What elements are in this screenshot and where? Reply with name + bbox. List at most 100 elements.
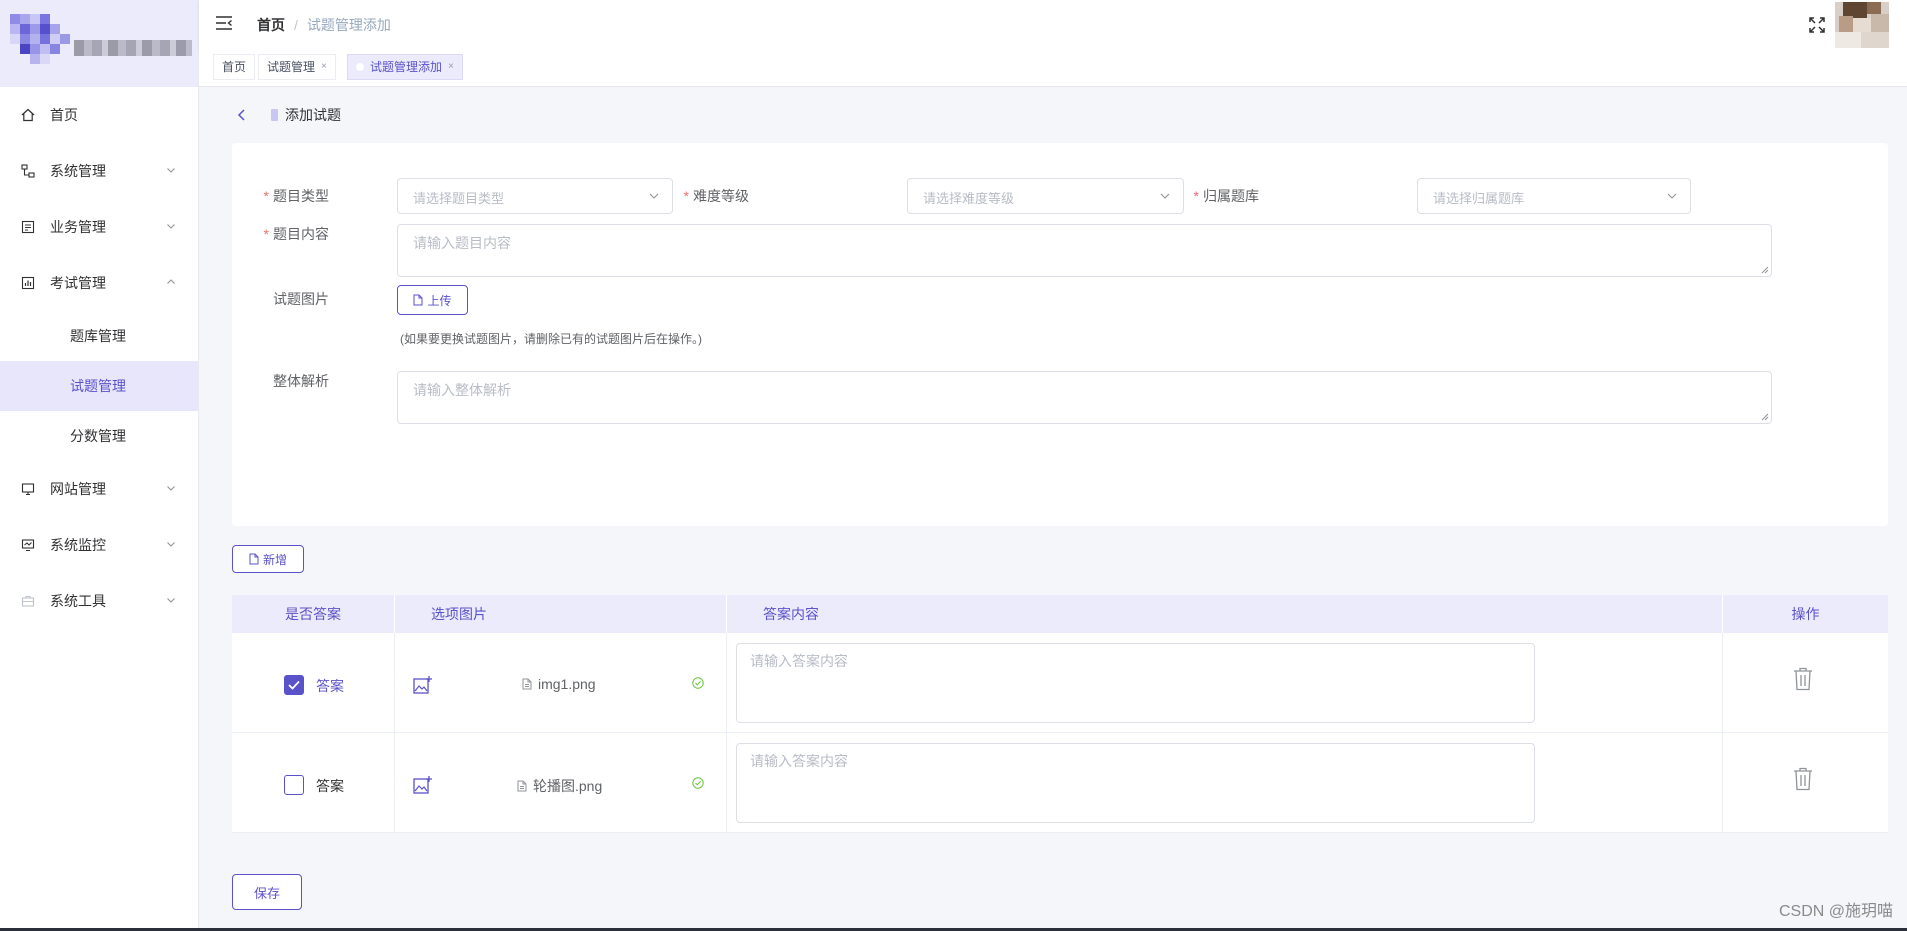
resize-handle-icon[interactable] bbox=[1761, 413, 1769, 421]
website-icon bbox=[20, 481, 36, 497]
content-textarea[interactable]: 请输入题目内容 bbox=[397, 224, 1772, 277]
sidebar-item-exam[interactable]: 考试管理 bbox=[0, 255, 198, 311]
tags-view: 首页 试题管理 × 试题管理添加 × bbox=[199, 49, 1907, 87]
home-icon bbox=[20, 107, 36, 123]
main-content: 添加试题 * 题目类型 请选择题目类型 * 难度等级 请选择难度等级 * 归属题库 请… bbox=[199, 87, 1907, 931]
image-upload-icon[interactable] bbox=[413, 675, 433, 695]
resize-handle-icon[interactable] bbox=[1761, 266, 1769, 274]
sidebar-item-tools[interactable]: 系统工具 bbox=[0, 573, 198, 629]
breadcrumb: 首页 / 试题管理添加 bbox=[257, 15, 391, 35]
content-cell: 请输入答案内容 bbox=[727, 633, 1723, 733]
question-type-label: * 题目类型 bbox=[263, 188, 329, 204]
difficulty-label: * 难度等级 bbox=[683, 188, 749, 204]
question-bank-select[interactable]: 请选择归属题库 bbox=[1417, 178, 1691, 214]
answer-label[interactable]: 答案 bbox=[316, 776, 344, 796]
avatar[interactable] bbox=[1835, 2, 1889, 48]
tag-question-management[interactable]: 试题管理 × bbox=[258, 54, 336, 80]
answer-cell: 答案 bbox=[232, 633, 395, 733]
image-cell: img1.png bbox=[395, 633, 727, 733]
page-title: 添加试题 bbox=[285, 107, 341, 123]
column-header: 选项图片 bbox=[395, 595, 727, 633]
file-icon bbox=[413, 294, 423, 306]
page-header: 添加试题 bbox=[235, 105, 341, 125]
sidebar-item-website[interactable]: 网站管理 bbox=[0, 461, 198, 517]
options-table: 是否答案 选项图片 答案内容 操作 答案 img1.png 请输入答案内容 答案… bbox=[232, 595, 1888, 833]
logo bbox=[0, 0, 198, 87]
sidebar-item-label: 系统工具 bbox=[50, 593, 106, 609]
file-icon bbox=[522, 678, 532, 690]
logo-image bbox=[10, 14, 70, 64]
answer-content-textarea[interactable]: 请输入答案内容 bbox=[736, 643, 1535, 723]
success-check-icon bbox=[692, 777, 704, 789]
exam-icon bbox=[20, 275, 36, 291]
content-placeholder: 请输入题目内容 bbox=[413, 235, 511, 251]
file-icon bbox=[517, 780, 527, 792]
tools-icon bbox=[20, 593, 36, 609]
question-type-placeholder: 请选择题目类型 bbox=[413, 191, 505, 206]
sidebar-item-label: 业务管理 bbox=[50, 219, 106, 235]
question-form: * 题目类型 请选择题目类型 * 难度等级 请选择难度等级 * 归属题库 请选择归属题… bbox=[232, 143, 1888, 526]
close-icon[interactable]: × bbox=[448, 54, 454, 80]
action-cell bbox=[1723, 733, 1888, 833]
chevron-down-icon bbox=[167, 168, 175, 173]
sidebar-subitem-question-management[interactable]: 试题管理 bbox=[0, 361, 198, 411]
tag-question-add[interactable]: 试题管理添加 × bbox=[347, 54, 463, 80]
column-header: 答案内容 bbox=[727, 595, 1723, 633]
file-icon bbox=[249, 553, 259, 565]
question-type-select[interactable]: 请选择题目类型 bbox=[397, 178, 673, 214]
answer-content-textarea[interactable]: 请输入答案内容 bbox=[736, 743, 1535, 823]
upload-label: 上传 bbox=[427, 293, 452, 308]
sidebar-item-home[interactable]: 首页 bbox=[0, 87, 198, 143]
answer-placeholder: 请输入答案内容 bbox=[750, 753, 848, 769]
sidebar-item-label: 试题管理 bbox=[70, 378, 126, 394]
save-button[interactable]: 保存 bbox=[232, 874, 302, 910]
answer-cell: 答案 bbox=[232, 733, 395, 833]
monitor-icon bbox=[20, 537, 36, 553]
sidebar-item-label: 题库管理 bbox=[70, 328, 126, 344]
success-check-icon bbox=[692, 677, 704, 689]
question-bank-placeholder: 请选择归属题库 bbox=[1433, 191, 1525, 206]
sidebar-item-business[interactable]: 业务管理 bbox=[0, 199, 198, 255]
analysis-placeholder: 请输入整体解析 bbox=[413, 382, 511, 398]
difficulty-placeholder: 请选择难度等级 bbox=[923, 191, 1015, 206]
sidebar-subitem-score-management[interactable]: 分数管理 bbox=[0, 411, 198, 461]
column-header: 是否答案 bbox=[232, 595, 395, 633]
delete-icon[interactable] bbox=[1793, 667, 1813, 691]
chevron-down-icon bbox=[167, 542, 175, 547]
file-name: 轮播图.png bbox=[533, 778, 603, 794]
back-arrow-icon[interactable] bbox=[235, 108, 249, 122]
chevron-down-icon bbox=[167, 598, 175, 603]
tag-home[interactable]: 首页 bbox=[213, 54, 256, 80]
analysis-label: 整体解析 bbox=[273, 373, 329, 389]
file-name: img1.png bbox=[538, 676, 596, 692]
content-cell: 请输入答案内容 bbox=[727, 733, 1723, 833]
close-icon[interactable]: × bbox=[321, 54, 327, 80]
sidebar-subitem-question-bank[interactable]: 题库管理 bbox=[0, 311, 198, 361]
logo-text bbox=[74, 40, 192, 56]
upload-button[interactable]: 上传 bbox=[397, 285, 468, 315]
sidebar-item-label: 系统监控 bbox=[50, 537, 106, 553]
answer-checkbox[interactable] bbox=[284, 775, 304, 795]
column-header: 操作 bbox=[1791, 606, 1820, 622]
image-upload-icon[interactable] bbox=[413, 775, 433, 795]
collapse-menu-icon[interactable] bbox=[215, 14, 233, 32]
chevron-up-icon bbox=[167, 279, 175, 284]
question-bank-label: * 归属题库 bbox=[1193, 188, 1259, 204]
sidebar-item-system[interactable]: 系统管理 bbox=[0, 143, 198, 199]
file-item[interactable]: img1.png bbox=[522, 676, 596, 692]
answer-label[interactable]: 答案 bbox=[316, 676, 344, 696]
tag-label: 试题管理 bbox=[267, 60, 316, 74]
system-settings-icon bbox=[20, 163, 36, 179]
answer-checkbox[interactable] bbox=[284, 675, 304, 695]
fullscreen-icon[interactable] bbox=[1808, 16, 1826, 34]
add-option-button[interactable]: 新增 bbox=[232, 545, 304, 573]
analysis-textarea[interactable]: 请输入整体解析 bbox=[397, 371, 1772, 424]
sidebar-item-monitor[interactable]: 系统监控 bbox=[0, 517, 198, 573]
breadcrumb-home[interactable]: 首页 bbox=[257, 15, 285, 35]
image-label: 试题图片 bbox=[273, 291, 329, 307]
top-header: 首页 / 试题管理添加 bbox=[199, 0, 1907, 49]
breadcrumb-current: 试题管理添加 bbox=[306, 17, 391, 33]
file-item[interactable]: 轮播图.png bbox=[517, 776, 602, 796]
difficulty-select[interactable]: 请选择难度等级 bbox=[907, 178, 1184, 214]
delete-icon[interactable] bbox=[1793, 767, 1813, 791]
